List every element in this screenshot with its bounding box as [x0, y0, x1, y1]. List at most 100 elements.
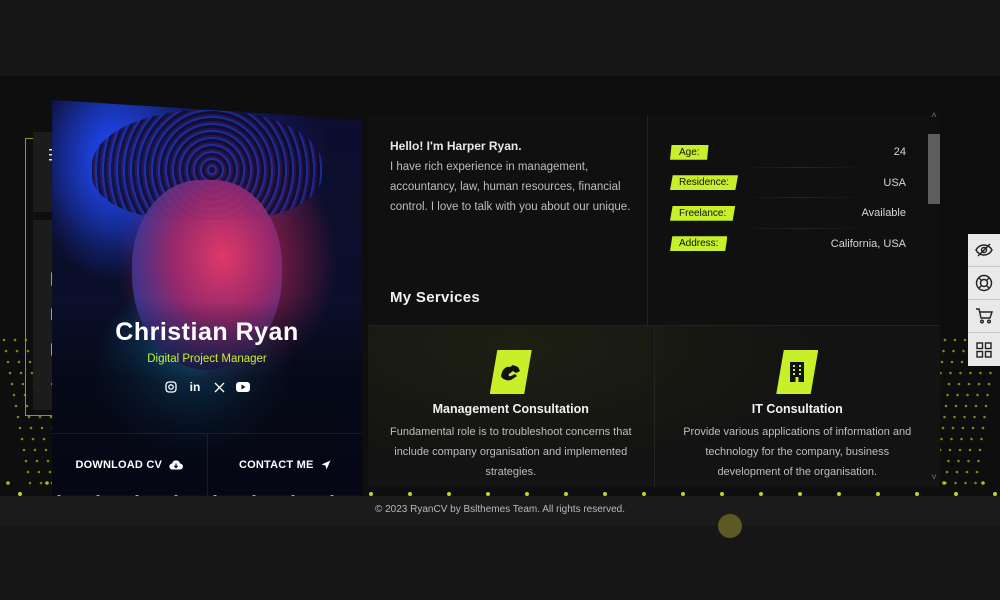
info-value: USA [883, 176, 906, 189]
about-intro: Hello! I'm Harper Ryan. I have rich expe… [390, 139, 640, 217]
dot [980, 437, 983, 441]
handshake-icon [489, 350, 532, 394]
dot [42, 437, 46, 441]
divider [647, 115, 648, 327]
intro-text: I have rich experience in management, ac… [390, 161, 631, 213]
dot [969, 371, 972, 375]
dot [22, 448, 26, 452]
dot [964, 404, 968, 408]
support-icon[interactable] [968, 267, 1000, 300]
dot [974, 481, 977, 485]
dot [19, 371, 23, 375]
dot [963, 415, 966, 419]
hide-icon[interactable] [968, 234, 1000, 267]
dot [4, 349, 8, 353]
dot [944, 481, 947, 485]
send-icon [321, 460, 330, 469]
scrollbar-thumb[interactable] [928, 134, 940, 204]
profile-actions: DOWNLOAD CV CONTACT ME [52, 433, 362, 495]
dot [965, 470, 969, 474]
dot [948, 448, 952, 452]
dot [967, 459, 970, 463]
dot [40, 426, 44, 430]
dot [950, 437, 953, 441]
dot [46, 459, 50, 463]
profile-role: Digital Project Manager [147, 353, 267, 365]
content-panel: Hello! I'm Harper Ryan. I have rich expe… [368, 115, 940, 487]
building-icon [776, 350, 819, 394]
download-cv-button[interactable]: DOWNLOAD CV [52, 434, 207, 495]
dot [947, 459, 950, 463]
contact-me-button[interactable]: CONTACT ME [206, 434, 363, 495]
profile-name: Christian Ryan [115, 318, 299, 346]
linkedin-icon[interactable]: in [188, 380, 202, 394]
grid-icon[interactable] [968, 333, 1000, 366]
dot [984, 404, 988, 408]
x-twitter-icon[interactable] [212, 380, 226, 394]
social-links: in [52, 380, 362, 394]
back-to-top-button[interactable] [718, 514, 742, 538]
dot [14, 404, 18, 408]
dot [960, 437, 963, 441]
dot [10, 382, 14, 386]
dot [952, 349, 955, 353]
service-title: IT Consultation [751, 402, 843, 416]
service-description: Fundamental role is to troubleshoot conc… [389, 426, 632, 478]
dot [959, 371, 962, 375]
dot [953, 338, 957, 342]
youtube-icon[interactable] [236, 380, 250, 394]
dot [963, 338, 967, 342]
dot [979, 371, 982, 375]
dot [15, 349, 19, 353]
dot [941, 426, 945, 430]
dot [2, 338, 6, 342]
cart-icon[interactable] [968, 300, 1000, 333]
cloud-download-icon [169, 459, 184, 470]
info-row: Age: 24 [670, 137, 906, 168]
copyright-text: © 2023 RyanCV by Bslthemes Team. All rig… [374, 504, 626, 515]
dot [976, 393, 979, 397]
dot [6, 481, 10, 485]
info-label: Freelance: [670, 205, 736, 221]
service-card: Management Consultation Fundamental role… [368, 326, 654, 487]
service-card: IT Consultation Provide various applicat… [653, 326, 941, 487]
dot [989, 371, 992, 375]
dot [983, 415, 986, 419]
dot [949, 371, 952, 375]
dot [974, 404, 978, 408]
scroll-up-button[interactable]: ˄ [928, 110, 940, 122]
dot [37, 470, 41, 474]
dot [28, 481, 32, 485]
top-bar [0, 0, 1000, 76]
dot [987, 382, 991, 386]
dot [975, 470, 979, 474]
dot [38, 415, 42, 419]
dot [957, 459, 960, 463]
dot [45, 481, 49, 485]
download-cv-label: DOWNLOAD CV [75, 458, 163, 471]
dot [20, 437, 24, 441]
dot [48, 470, 52, 474]
instagram-icon[interactable] [164, 380, 178, 394]
dot [49, 415, 53, 419]
dot [44, 448, 48, 452]
dot [18, 426, 22, 430]
dot [960, 360, 964, 364]
dot [33, 448, 37, 452]
info-row: Residence: USA [670, 168, 906, 199]
dot [966, 393, 969, 397]
dot [971, 426, 975, 430]
dot [21, 382, 25, 386]
dot [27, 415, 31, 419]
scroll-down-button[interactable]: ˅ [928, 472, 940, 484]
dot [8, 371, 12, 375]
dot [957, 382, 961, 386]
services-list: Management Consultation Fundamental role… [368, 326, 940, 487]
dot [968, 448, 972, 452]
info-label: Age: [670, 144, 709, 160]
service-title: Management Consultation [432, 402, 589, 416]
info-value: 24 [893, 146, 906, 159]
dot [39, 481, 43, 485]
dot [973, 415, 976, 419]
dot [943, 338, 947, 342]
